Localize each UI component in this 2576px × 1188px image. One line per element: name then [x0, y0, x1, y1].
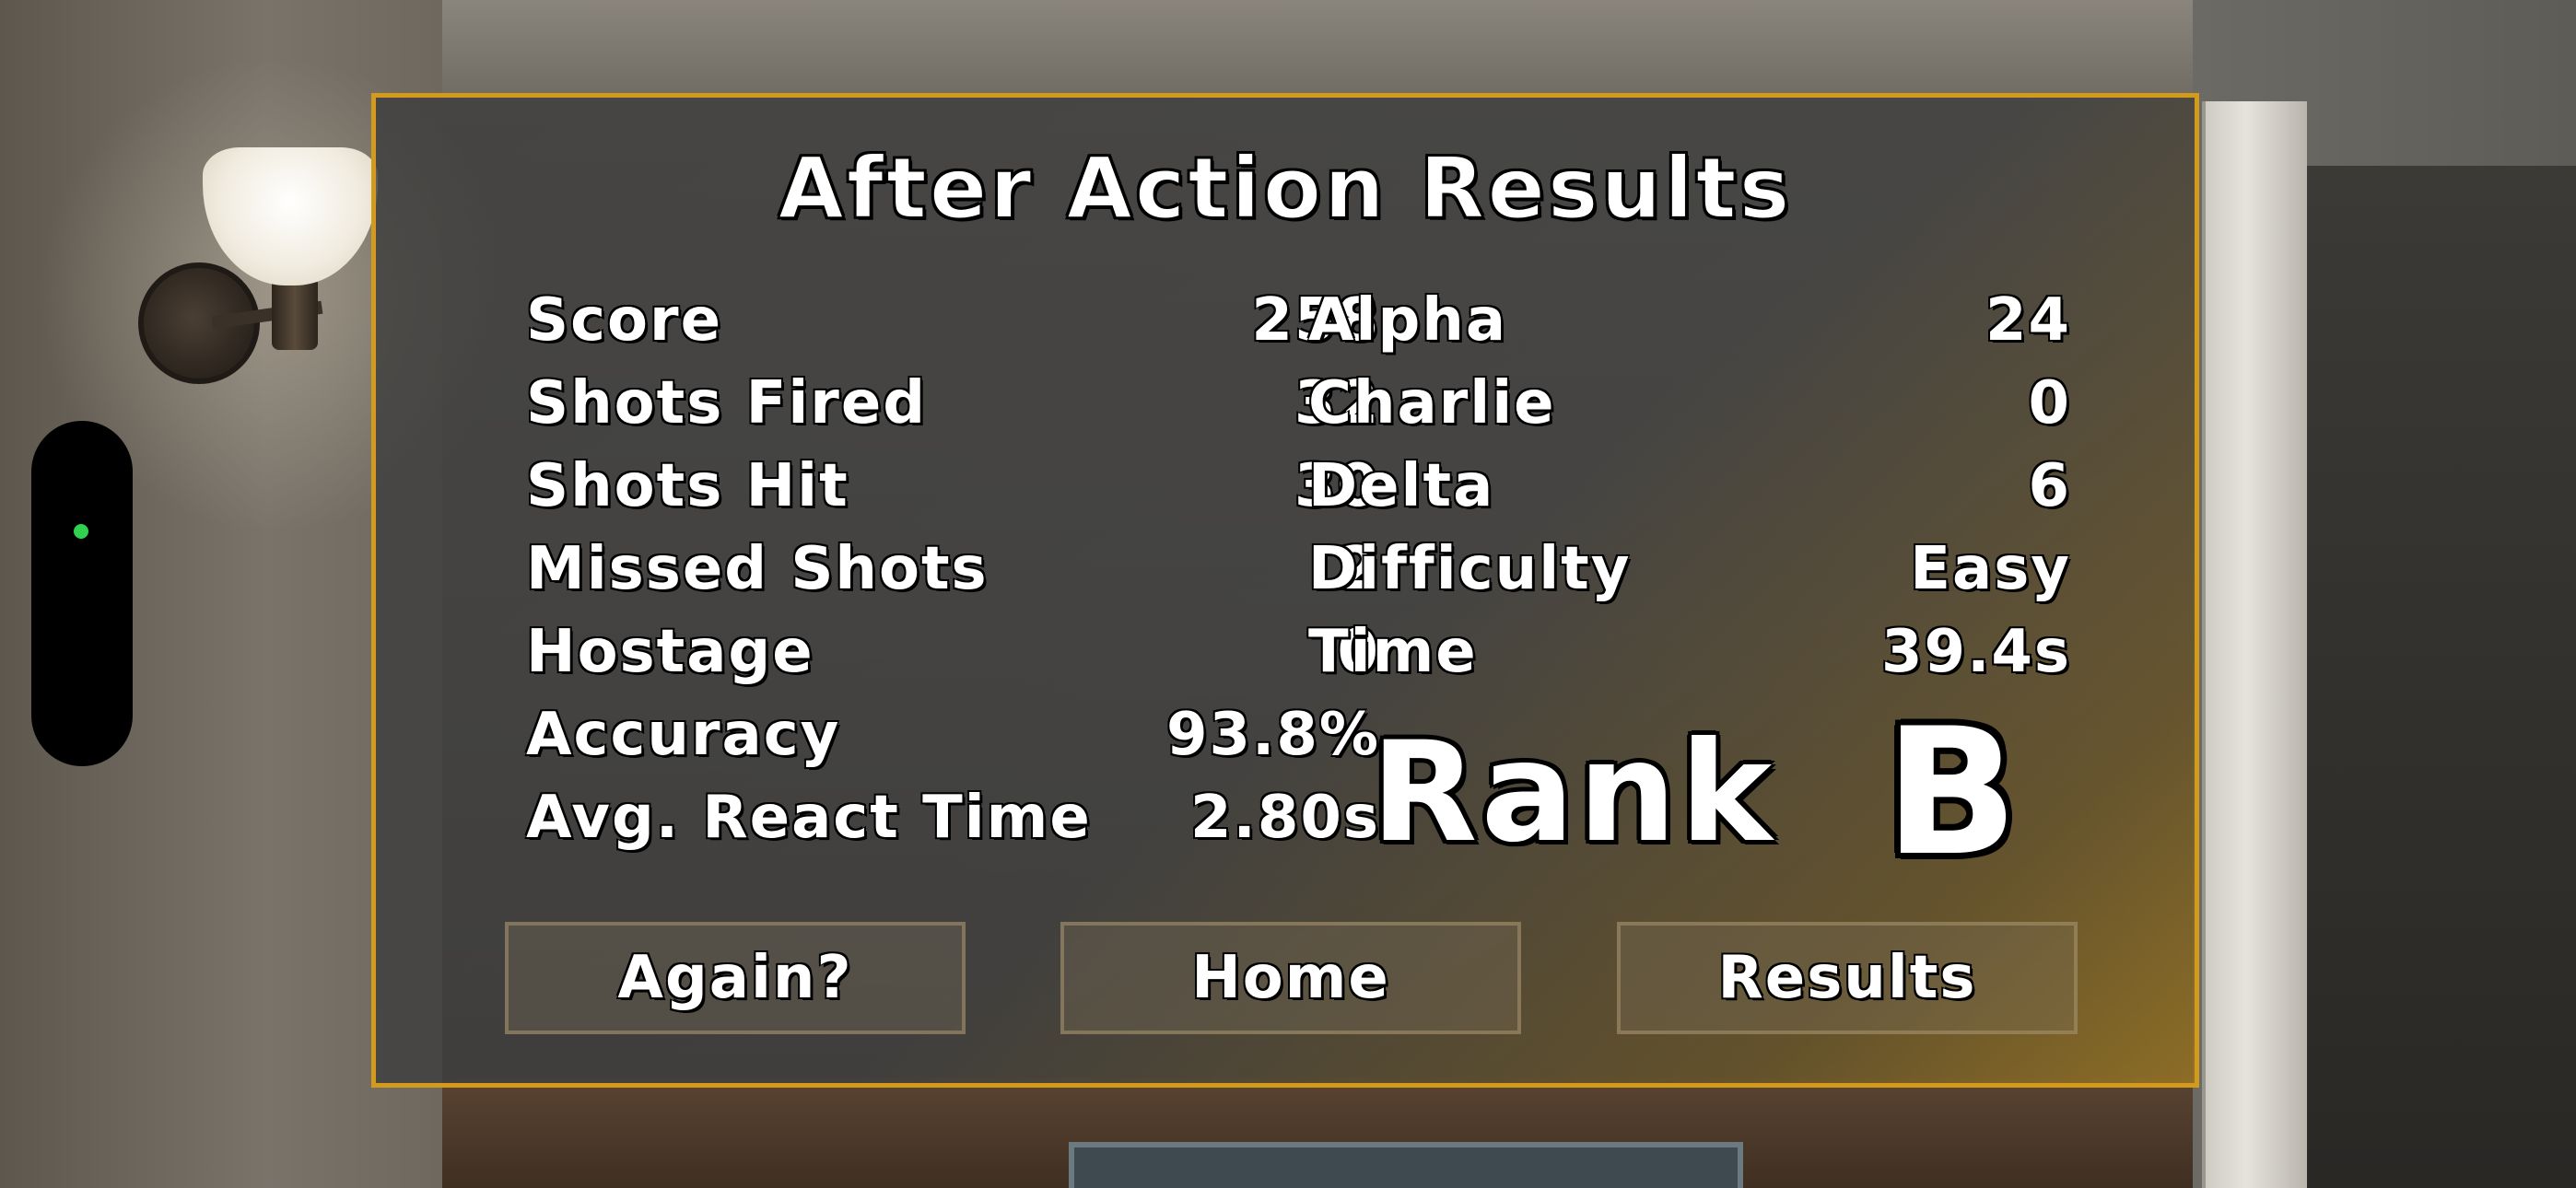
stat-label-charlie: Charlie — [1308, 369, 1556, 437]
rank-label: Rank — [1371, 713, 1776, 873]
stat-label-accuracy: Accuracy — [526, 701, 841, 769]
again-button[interactable]: Again? — [505, 922, 966, 1034]
stat-label-delta: Delta — [1308, 452, 1495, 520]
results-button[interactable]: Results — [1617, 922, 2078, 1034]
hallway-ceiling — [442, 0, 2193, 101]
stat-label-shots-hit: Shots Hit — [526, 452, 849, 520]
stat-value-alpha: 24 — [1985, 286, 2071, 355]
stat-label-time: Time — [1308, 618, 1478, 686]
camera-indicator-pill — [31, 421, 133, 766]
panel-title: After Action Results — [778, 138, 1793, 239]
stat-label-difficulty: Difficulty — [1308, 535, 1632, 603]
stat-value-charlie: 0 — [2028, 369, 2071, 437]
stat-value-delta: 6 — [2028, 452, 2071, 520]
stat-value-accuracy: 93.8% — [1165, 701, 1380, 769]
stat-value-difficulty: Easy — [1910, 535, 2071, 603]
door-opening — [2303, 166, 2576, 1188]
stat-value-time: 39.4s — [1881, 618, 2071, 686]
status-dot-icon — [74, 524, 88, 539]
results-panel: After Action Results Score 258 Shots Fir… — [371, 93, 2199, 1088]
stat-label-hostage: Hostage — [526, 618, 814, 686]
wall-lamp-fitting — [272, 276, 318, 350]
stat-label-avg-react-time: Avg. React Time — [526, 784, 1092, 852]
rank-grade: B — [1884, 691, 2019, 894]
stat-label-score: Score — [526, 286, 722, 355]
game-scene: After Action Results Score 258 Shots Fir… — [0, 0, 2576, 1188]
stat-value-avg-react-time: 2.80s — [1190, 784, 1380, 852]
stat-label-shots-fired: Shots Fired — [526, 369, 928, 437]
door-frame — [2202, 101, 2307, 1188]
stat-label-alpha: Alpha — [1308, 286, 1508, 355]
floor-rug — [1069, 1142, 1743, 1188]
home-button[interactable]: Home — [1060, 922, 1521, 1034]
